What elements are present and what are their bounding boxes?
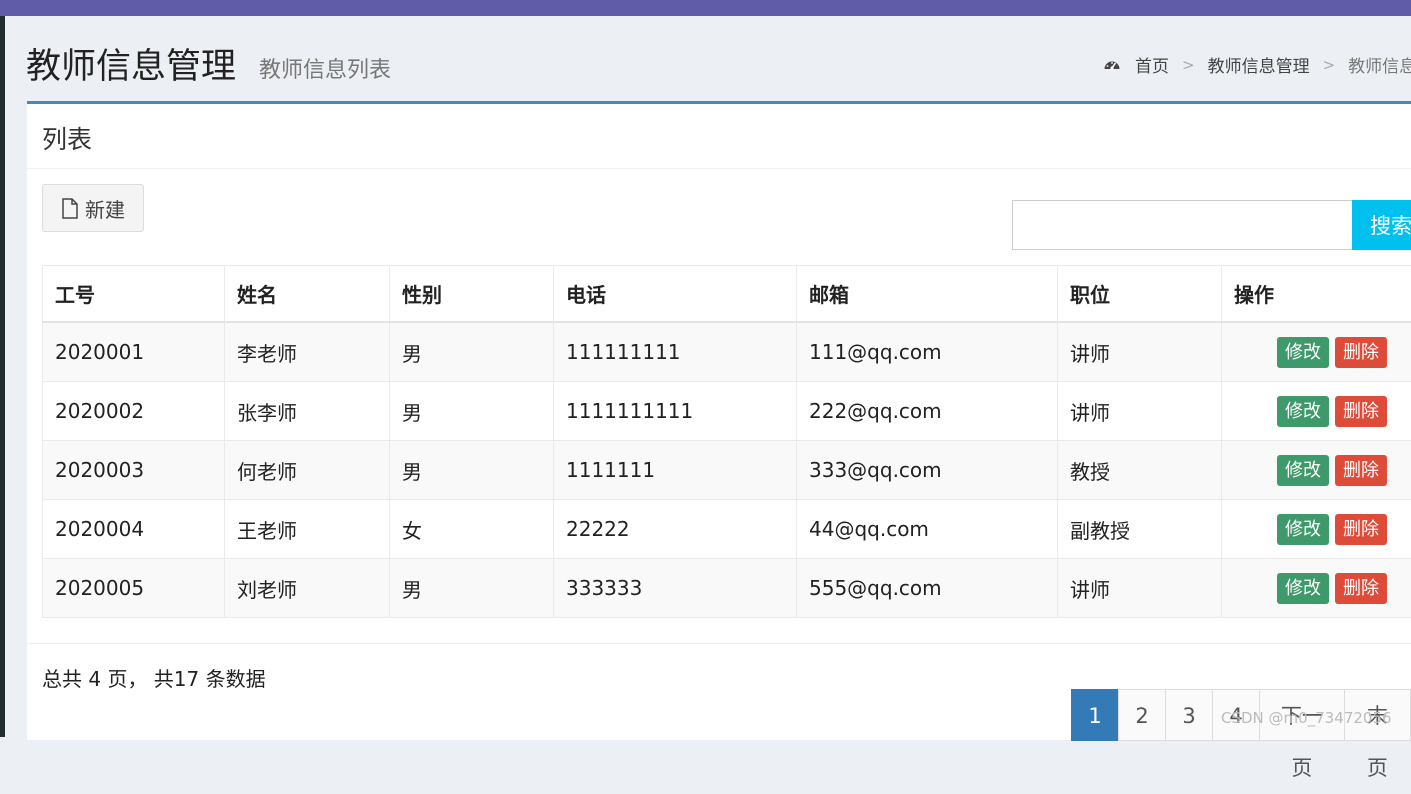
- box-header: 列表: [27, 104, 1411, 169]
- cell-gender: 男: [390, 322, 554, 382]
- file-icon: [61, 198, 79, 219]
- cell-name: 李老师: [225, 322, 390, 382]
- new-button-label: 新建: [85, 194, 125, 223]
- column-header-phone[interactable]: 电话: [554, 266, 797, 323]
- delete-button[interactable]: 删除: [1335, 337, 1387, 368]
- edit-button[interactable]: 修改: [1277, 455, 1329, 486]
- cell-phone: 1111111: [554, 441, 797, 500]
- cell-email: 111@qq.com: [797, 322, 1058, 382]
- cell-actions: 修改删除: [1222, 322, 1411, 382]
- cell-actions: 修改删除: [1222, 500, 1411, 559]
- search-button[interactable]: 搜索: [1352, 200, 1411, 250]
- top-navbar: [0, 0, 1411, 16]
- dashboard-icon: [1103, 56, 1121, 74]
- cell-actions: 修改删除: [1222, 382, 1411, 441]
- delete-button[interactable]: 删除: [1335, 455, 1387, 486]
- table-row: 2020001 李老师 男 111111111 111@qq.com 讲师 修改…: [43, 322, 1411, 382]
- cell-gender: 男: [390, 559, 554, 618]
- cell-name: 刘老师: [225, 559, 390, 618]
- column-header-gender[interactable]: 性别: [390, 266, 554, 323]
- delete-button[interactable]: 删除: [1335, 573, 1387, 604]
- table-header-row: 工号 姓名 性别 电话 邮箱 职位 操作: [43, 266, 1411, 323]
- breadcrumb-current: 教师信息: [1348, 52, 1411, 77]
- edit-button[interactable]: 修改: [1277, 573, 1329, 604]
- cell-email: 555@qq.com: [797, 559, 1058, 618]
- edit-button[interactable]: 修改: [1277, 337, 1329, 368]
- teacher-table: 工号 姓名 性别 电话 邮箱 职位 操作 2020001 李老师 男 11111…: [42, 265, 1411, 618]
- cell-email: 222@qq.com: [797, 382, 1058, 441]
- table-row: 2020004 王老师 女 22222 44@qq.com 副教授 修改删除: [43, 500, 1411, 559]
- cell-email: 44@qq.com: [797, 500, 1058, 559]
- cell-phone: 1111111111: [554, 382, 797, 441]
- table-row: 2020003 何老师 男 1111111 333@qq.com 教授 修改删除: [43, 441, 1411, 500]
- breadcrumb-separator: >: [1182, 56, 1195, 74]
- breadcrumb-separator: >: [1323, 56, 1336, 74]
- sidebar-edge: [0, 16, 5, 737]
- cell-id: 2020004: [43, 500, 225, 559]
- new-button[interactable]: 新建: [42, 184, 144, 232]
- page-subtitle: 教师信息列表: [259, 52, 391, 84]
- cell-phone: 333333: [554, 559, 797, 618]
- cell-gender: 男: [390, 441, 554, 500]
- cell-position: 讲师: [1058, 559, 1222, 618]
- cell-position: 教授: [1058, 441, 1222, 500]
- cell-actions: 修改删除: [1222, 441, 1411, 500]
- column-header-position[interactable]: 职位: [1058, 266, 1222, 323]
- cell-id: 2020002: [43, 382, 225, 441]
- cell-name: 何老师: [225, 441, 390, 500]
- page-3[interactable]: 3: [1165, 689, 1213, 741]
- table-row: 2020005 刘老师 男 333333 555@qq.com 讲师 修改删除: [43, 559, 1411, 618]
- content-header: 教师信息管理 教师信息列表 首页 > 教师信息管理 > 教师信息: [5, 16, 1411, 102]
- cell-position: 副教授: [1058, 500, 1222, 559]
- edit-button[interactable]: 修改: [1277, 396, 1329, 427]
- cell-id: 2020003: [43, 441, 225, 500]
- cell-phone: 111111111: [554, 322, 797, 382]
- cell-id: 2020005: [43, 559, 225, 618]
- cell-position: 讲师: [1058, 382, 1222, 441]
- table-row: 2020002 张李师 男 1111111111 222@qq.com 讲师 修…: [43, 382, 1411, 441]
- box-footer: 总共 4 页， 共17 条数据 1 2 3 4 下一页 末页: [27, 643, 1411, 741]
- cell-id: 2020001: [43, 322, 225, 382]
- cell-gender: 女: [390, 500, 554, 559]
- cell-phone: 22222: [554, 500, 797, 559]
- breadcrumb-section[interactable]: 教师信息管理: [1208, 52, 1310, 77]
- watermark: CSDN @m0_73472056: [1221, 709, 1392, 727]
- cell-name: 张李师: [225, 382, 390, 441]
- page-1[interactable]: 1: [1071, 689, 1119, 741]
- column-header-email[interactable]: 邮箱: [797, 266, 1058, 323]
- cell-position: 讲师: [1058, 322, 1222, 382]
- list-box: 列表 新建 搜索 工号 姓名 性别 电话 邮箱 职位 操作: [27, 101, 1411, 740]
- cell-name: 王老师: [225, 500, 390, 559]
- cell-actions: 修改删除: [1222, 559, 1411, 618]
- column-header-name[interactable]: 姓名: [225, 266, 390, 323]
- column-header-id[interactable]: 工号: [43, 266, 225, 323]
- pagination-summary: 总共 4 页， 共17 条数据: [42, 663, 266, 692]
- box-title: 列表: [42, 120, 92, 156]
- cell-email: 333@qq.com: [797, 441, 1058, 500]
- delete-button[interactable]: 删除: [1335, 514, 1387, 545]
- column-header-actions: 操作: [1222, 266, 1411, 323]
- page-2[interactable]: 2: [1118, 689, 1166, 741]
- delete-button[interactable]: 删除: [1335, 396, 1387, 427]
- cell-gender: 男: [390, 382, 554, 441]
- search-input[interactable]: [1012, 200, 1353, 250]
- breadcrumb: 首页 > 教师信息管理 > 教师信息: [1103, 52, 1411, 77]
- edit-button[interactable]: 修改: [1277, 514, 1329, 545]
- breadcrumb-home[interactable]: 首页: [1135, 52, 1169, 77]
- page-title: 教师信息管理: [26, 38, 236, 89]
